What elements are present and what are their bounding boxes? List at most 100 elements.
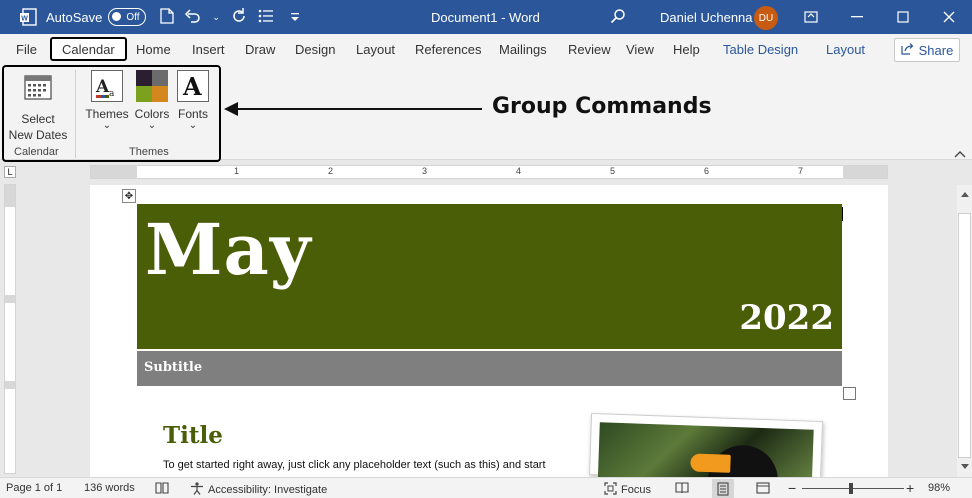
subtitle-banner[interactable]: Subtitle <box>137 351 842 386</box>
fonts-icon: A <box>177 70 209 102</box>
ruler-number: 2 <box>328 166 334 176</box>
proofing-icon[interactable] <box>155 482 169 494</box>
avatar[interactable]: DU <box>754 6 778 30</box>
bullets-icon[interactable] <box>258 9 274 26</box>
svg-text:a: a <box>109 89 115 99</box>
read-mode-icon[interactable] <box>675 482 689 494</box>
tab-calendar[interactable]: Calendar <box>50 37 127 61</box>
tab-table-layout[interactable]: Layout <box>826 34 865 64</box>
vertical-ruler[interactable] <box>4 184 16 474</box>
select-new-dates-button[interactable]: Select New Dates <box>8 72 68 143</box>
table-move-handle-icon[interactable]: ✥ <box>122 189 136 203</box>
tab-mailings[interactable]: Mailings <box>499 34 547 64</box>
table-resize-handle[interactable] <box>843 387 856 400</box>
colors-caret-icon: ⌄ <box>147 120 157 131</box>
undo-icon[interactable] <box>184 8 202 27</box>
tab-references[interactable]: References <box>415 34 481 64</box>
body-paragraph[interactable]: To get started right away, just click an… <box>163 459 546 471</box>
tab-insert[interactable]: Insert <box>192 34 225 64</box>
focus-label: Focus <box>621 484 651 496</box>
tab-table-design[interactable]: Table Design <box>723 34 798 64</box>
page-count[interactable]: Page 1 of 1 <box>6 482 62 494</box>
colors-button[interactable]: Colors ⌄ <box>131 70 173 131</box>
group-separator <box>75 70 76 158</box>
subtitle-text[interactable]: Subtitle <box>144 360 202 375</box>
share-icon <box>901 42 914 58</box>
word-count[interactable]: 136 words <box>84 482 135 494</box>
themes-button[interactable]: Aa Themes ⌄ <box>85 70 129 131</box>
tab-review[interactable]: Review <box>568 34 611 64</box>
annotation-label: Group Commands <box>492 94 712 119</box>
autosave-control[interactable]: AutoSave Off <box>46 8 147 26</box>
tab-home[interactable]: Home <box>136 34 171 64</box>
zoom-slider-track[interactable] <box>802 488 904 489</box>
ribbon-display-options-icon[interactable] <box>788 0 834 34</box>
group-label-calendar: Calendar <box>14 146 59 158</box>
focus-button[interactable]: Focus <box>604 482 651 498</box>
fonts-caret-icon: ⌄ <box>188 120 198 131</box>
tab-stop-selector[interactable]: L <box>4 166 16 178</box>
print-layout-icon[interactable] <box>712 479 734 498</box>
ruler-number: 6 <box>704 166 710 176</box>
collapse-ribbon-icon[interactable] <box>954 146 966 161</box>
month-heading[interactable]: May <box>145 208 312 291</box>
svg-text:A: A <box>182 73 202 99</box>
scrollbar-thumb[interactable] <box>958 213 971 458</box>
month-banner[interactable]: May 2022 <box>137 204 842 349</box>
year-heading[interactable]: 2022 <box>739 298 834 338</box>
zoom-level[interactable]: 98% <box>928 482 950 494</box>
title-bar: W AutoSave Off ⌄ Document1 - Word Daniel… <box>0 0 972 34</box>
close-icon[interactable] <box>926 0 972 34</box>
tab-view[interactable]: View <box>626 34 654 64</box>
tab-file[interactable]: File <box>16 34 37 64</box>
calendar-icon <box>23 72 53 106</box>
status-bar: Page 1 of 1 136 words Accessibility: Inv… <box>0 477 972 498</box>
themes-caret-icon: ⌄ <box>102 120 112 131</box>
scroll-up-icon[interactable] <box>957 187 972 201</box>
autosave-toggle[interactable]: Off <box>108 8 147 26</box>
document-title: Document1 - Word <box>431 10 540 25</box>
ruler-number: 3 <box>422 166 428 176</box>
new-document-icon[interactable] <box>160 7 175 27</box>
web-layout-icon[interactable] <box>756 482 770 494</box>
scroll-down-icon[interactable] <box>957 460 972 474</box>
minimize-icon[interactable] <box>834 0 880 34</box>
ribbon-tabs: File Calendar Home Insert Draw Design La… <box>0 34 972 64</box>
accessibility-label: Accessibility: Investigate <box>208 484 328 496</box>
customize-toolbar-icon[interactable] <box>290 10 300 25</box>
colors-icon <box>136 70 168 102</box>
horizontal-ruler[interactable]: 1 2 3 4 5 6 7 <box>90 165 888 179</box>
user-name[interactable]: Daniel Uchenna <box>660 10 753 25</box>
annotation-arrow-line <box>232 108 482 110</box>
quick-access-toolbar: ⌄ <box>160 7 300 28</box>
share-button[interactable]: Share <box>894 38 960 62</box>
fonts-button[interactable]: A Fonts ⌄ <box>174 70 212 131</box>
tab-draw[interactable]: Draw <box>245 34 275 64</box>
ruler-number: 7 <box>798 166 804 176</box>
zoom-in-button[interactable]: + <box>906 480 914 496</box>
redo-icon[interactable] <box>230 7 248 28</box>
word-logo-icon: W <box>18 7 38 27</box>
document-title-heading[interactable]: Title <box>163 422 223 449</box>
select-new-dates-line2: New Dates <box>8 128 68 142</box>
focus-icon <box>604 482 617 498</box>
ruler-number: 4 <box>516 166 522 176</box>
select-new-dates-line1: Select <box>21 112 55 126</box>
search-icon[interactable] <box>610 8 626 27</box>
tab-design[interactable]: Design <box>295 34 335 64</box>
ruler-number: 5 <box>610 166 616 176</box>
accessibility-status[interactable]: Accessibility: Investigate <box>190 482 327 498</box>
annotation-arrow-head-icon <box>224 102 238 116</box>
maximize-icon[interactable] <box>880 0 926 34</box>
zoom-out-button[interactable]: − <box>788 480 796 496</box>
zoom-slider-thumb[interactable] <box>849 483 853 494</box>
ruler-number: 1 <box>234 166 240 176</box>
toucan-photo[interactable] <box>588 412 824 490</box>
share-label: Share <box>918 42 954 58</box>
themes-icon: Aa <box>91 70 123 102</box>
undo-dropdown-icon[interactable]: ⌄ <box>212 12 220 23</box>
group-label-themes: Themes <box>129 146 169 158</box>
svg-text:A: A <box>95 77 110 97</box>
tab-layout[interactable]: Layout <box>356 34 395 64</box>
tab-help[interactable]: Help <box>673 34 700 64</box>
